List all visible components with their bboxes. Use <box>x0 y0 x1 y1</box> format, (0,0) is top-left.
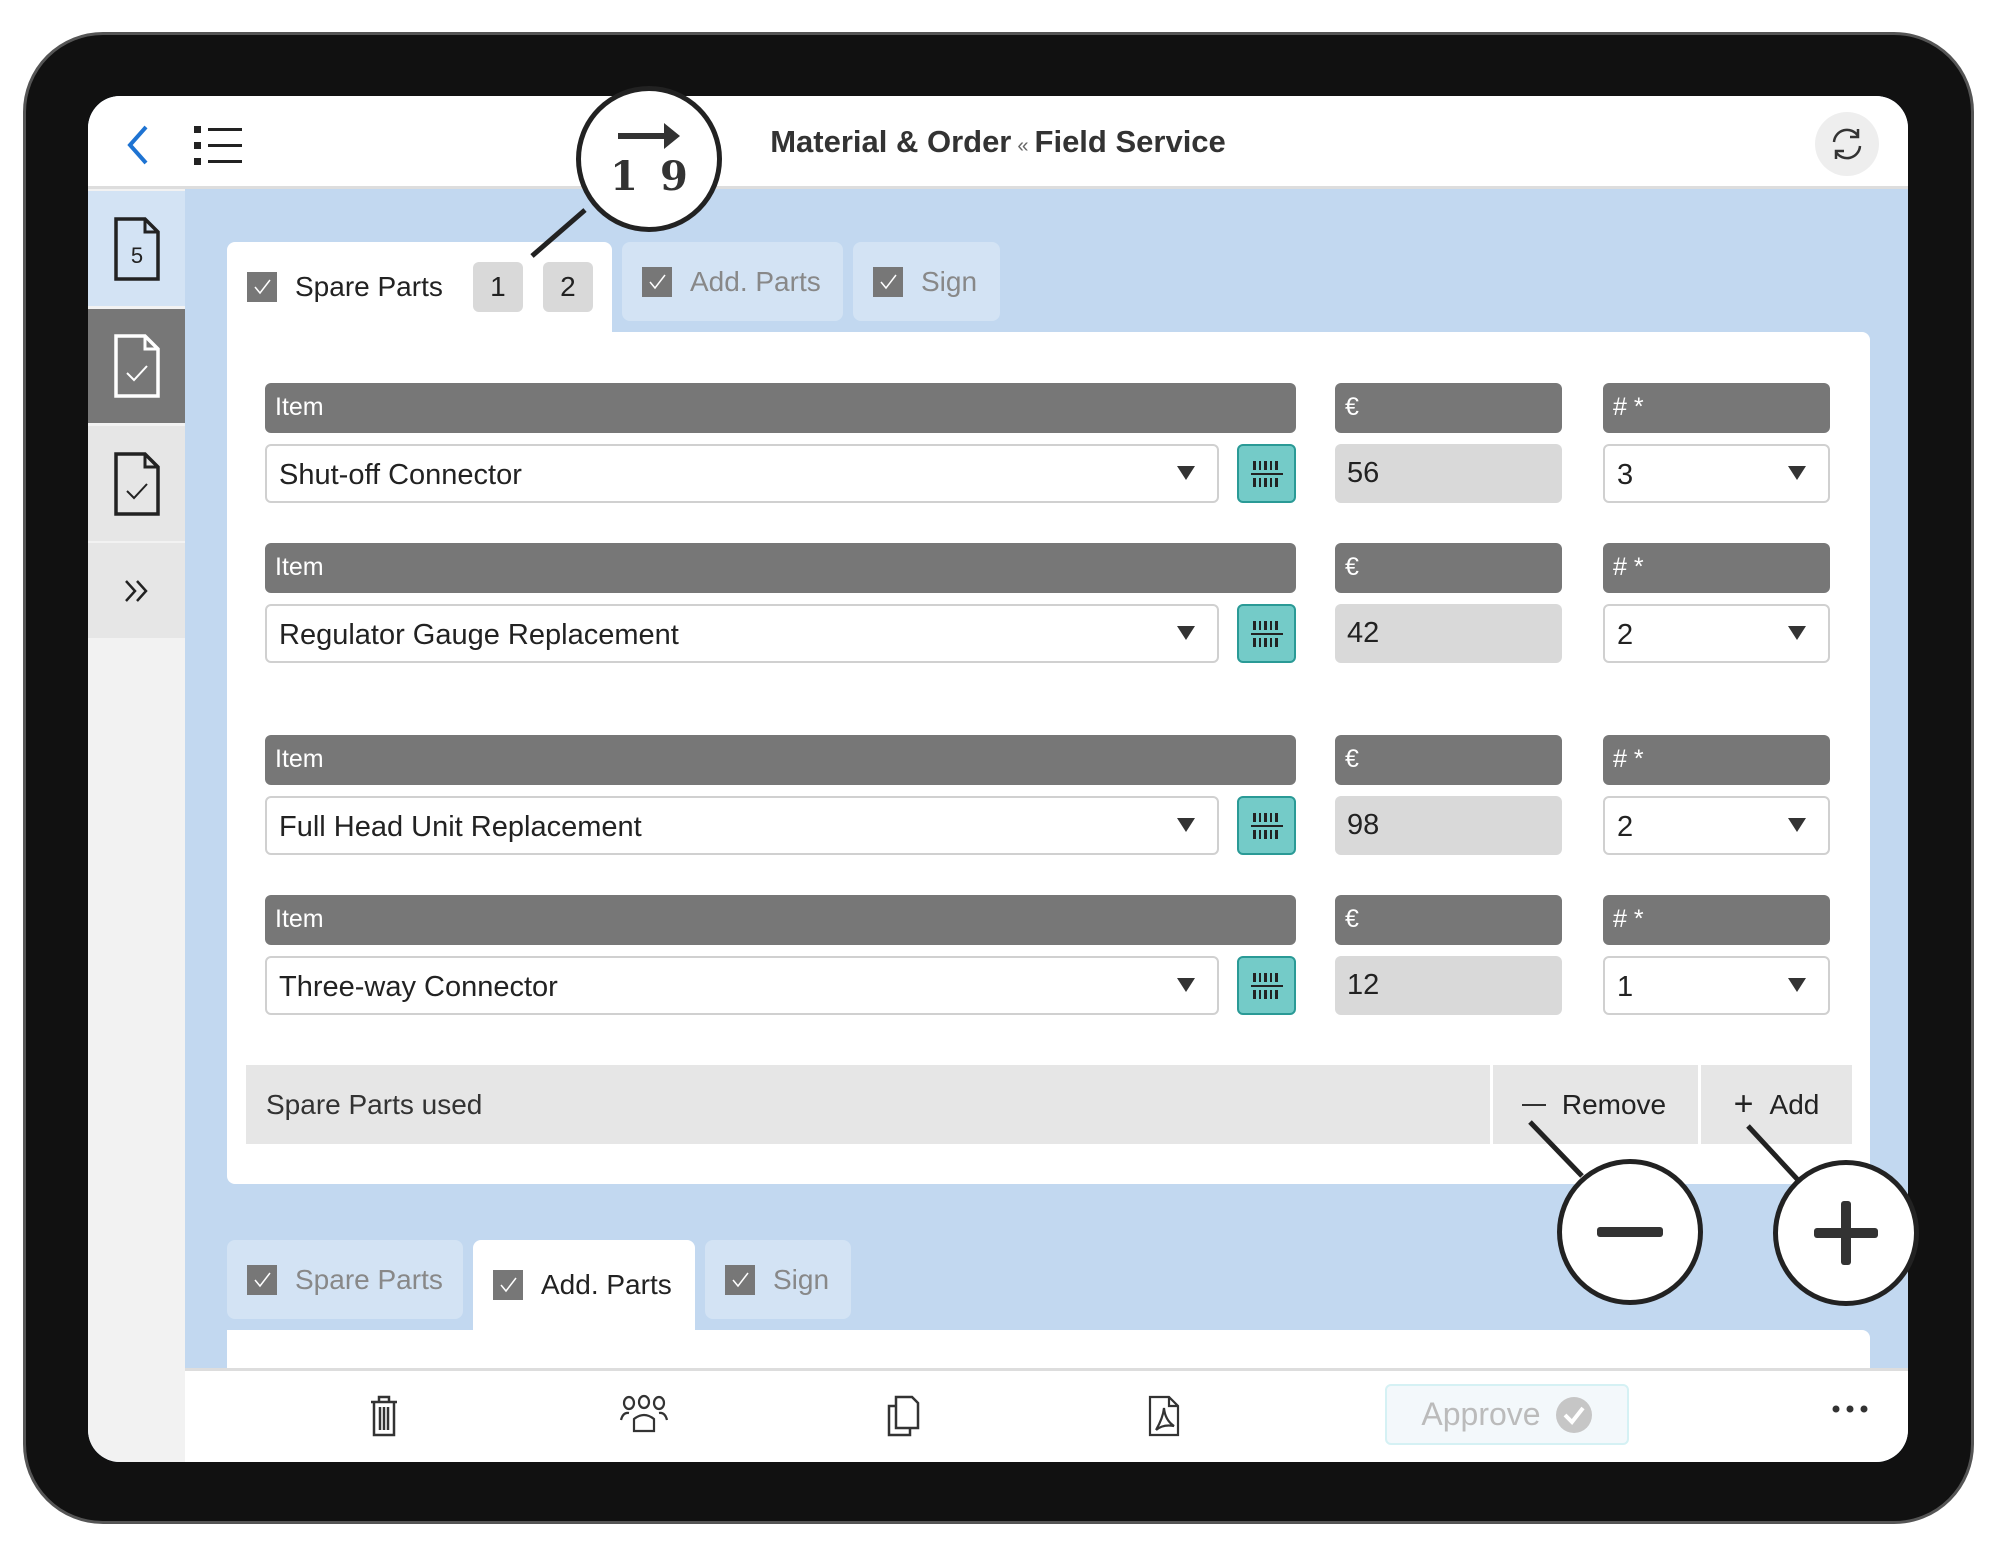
remove-callout <box>1557 1159 1703 1305</box>
page-jump-callout: 19 <box>576 86 722 232</box>
callout-lines <box>530 208 1800 1182</box>
add-callout <box>1773 1160 1919 1306</box>
callout-to: 9 <box>660 152 710 200</box>
plus-icon <box>1814 1201 1878 1265</box>
minus-icon <box>1597 1227 1663 1237</box>
arrow-right-icon <box>618 122 680 149</box>
callout-from: 1 <box>610 152 660 200</box>
